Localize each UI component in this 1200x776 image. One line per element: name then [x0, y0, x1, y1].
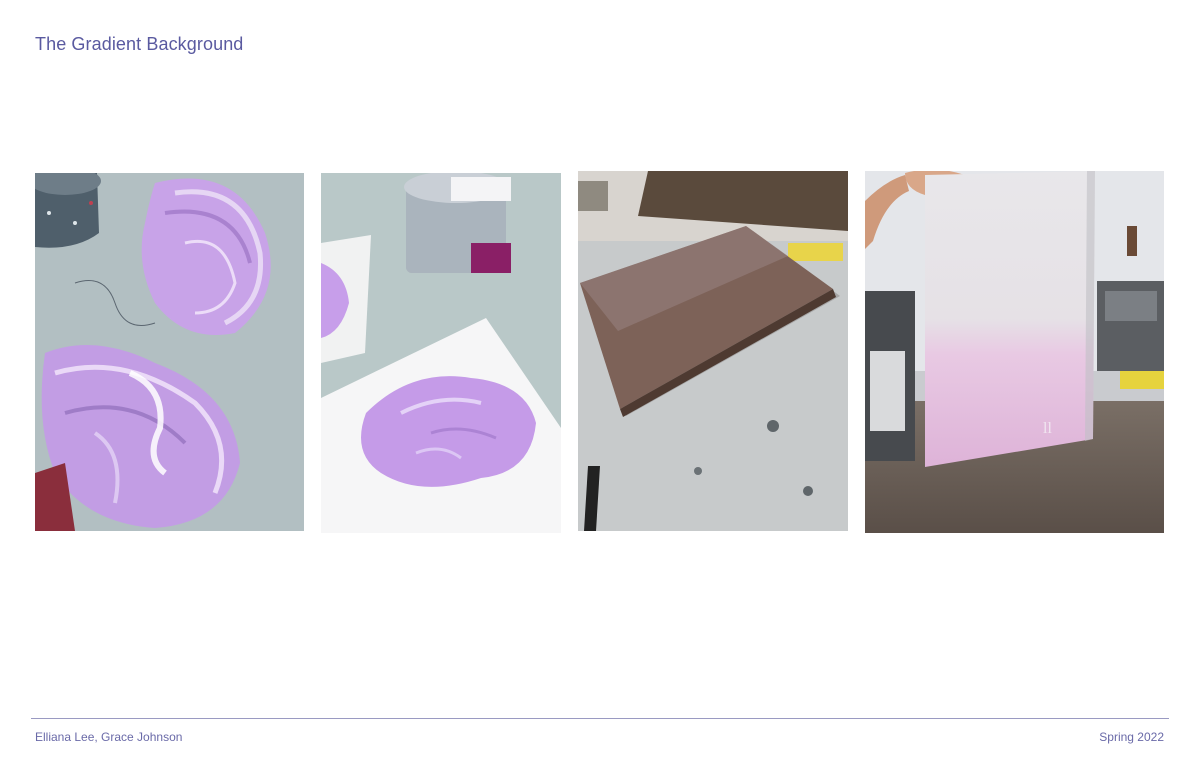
inking-board-image [578, 171, 848, 531]
palette-ink-smears-image [35, 173, 304, 531]
ink-can-and-paper-image [321, 173, 561, 533]
photo-ink-can-and-paper [321, 173, 561, 533]
svg-text:ll: ll [1043, 420, 1052, 437]
photo-inking-board [578, 171, 848, 531]
footer-divider [31, 718, 1169, 719]
photo-palette-ink-smears [35, 173, 304, 531]
footer-authors: Elliana Lee, Grace Johnson [35, 730, 183, 744]
page-title: The Gradient Background [35, 34, 244, 54]
footer-term: Spring 2022 [1099, 730, 1164, 744]
printed-gradient-sheet-image: ll [865, 171, 1164, 533]
photo-printed-gradient-sheet: ll [865, 171, 1164, 533]
